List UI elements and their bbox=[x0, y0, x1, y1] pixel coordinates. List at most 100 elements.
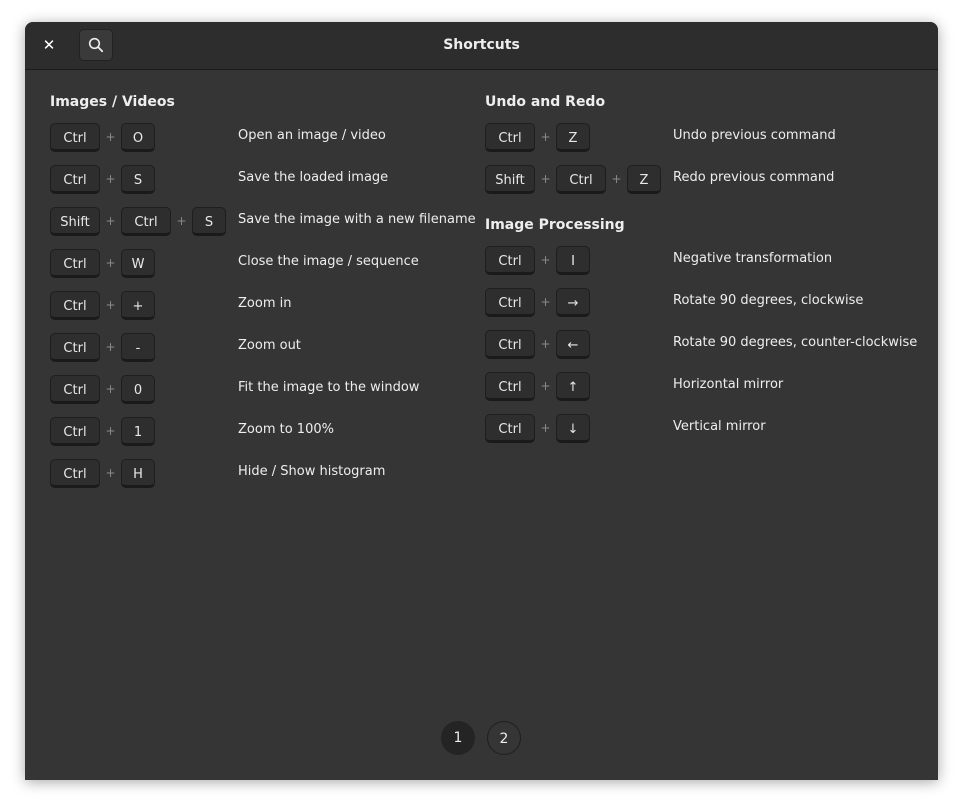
keycap: Ctrl bbox=[485, 329, 535, 359]
shortcut-row: Ctrl +1 Zoom to 100% bbox=[50, 415, 500, 447]
plus-separator: + bbox=[105, 172, 116, 186]
shortcut-row: Ctrl + H Hide / Show histogram bbox=[50, 457, 500, 489]
shortcut-keys: Ctrl + W bbox=[50, 247, 155, 279]
keycap: Ctrl bbox=[556, 164, 606, 194]
shortcut-keys: Ctrl + Z bbox=[485, 121, 590, 153]
close-icon: ✕ bbox=[42, 36, 56, 54]
keycap: Ctrl bbox=[50, 164, 100, 194]
shortcut-keys: Ctrl + ← bbox=[485, 328, 590, 360]
keycap: Ctrl bbox=[485, 413, 535, 443]
shortcut-keys: Ctrl + O bbox=[50, 121, 155, 153]
keycap: Ctrl bbox=[50, 290, 100, 320]
shortcut-row: Ctrl + ↓ Vertical mirror bbox=[485, 412, 935, 444]
shortcut-row: Ctrl + I Negative transformation bbox=[485, 244, 935, 276]
keycap: Ctrl bbox=[50, 122, 100, 152]
shortcut-keys: Shift + Ctrl + Z bbox=[485, 163, 661, 195]
section-title-images-videos: Images / Videos bbox=[50, 94, 175, 110]
shortcut-row: Ctrl +0 Fit the image to the window bbox=[50, 373, 500, 405]
keycap: Z bbox=[627, 164, 661, 194]
keycap: + bbox=[121, 290, 155, 320]
plus-separator: + bbox=[105, 298, 116, 312]
plus-separator: + bbox=[176, 214, 187, 228]
keycap: Ctrl bbox=[485, 287, 535, 317]
keycap: 0 bbox=[121, 374, 155, 404]
keycap: ↑ bbox=[556, 371, 590, 401]
shortcut-keys: Ctrl + - bbox=[50, 331, 155, 363]
shortcut-row: Ctrl + - Zoom out bbox=[50, 331, 500, 363]
keycap: H bbox=[121, 458, 155, 488]
shortcut-keys: Ctrl + S bbox=[50, 163, 155, 195]
shortcut-keys: Ctrl +1 bbox=[50, 415, 155, 447]
shortcut-row: Shift + Ctrl + Z Redo previous command bbox=[485, 163, 935, 195]
keycap: S bbox=[192, 206, 226, 236]
shortcuts-window: ✕ Shortcuts Images / Videos Ctrl + O Open a… bbox=[25, 22, 938, 780]
plus-separator: + bbox=[540, 130, 551, 144]
plus-separator: + bbox=[105, 382, 116, 396]
search-icon bbox=[88, 37, 104, 53]
shortcut-row: Ctrl + → Rotate 90 degrees, clockwise bbox=[485, 286, 935, 318]
keycap: W bbox=[121, 248, 155, 278]
plus-separator: + bbox=[105, 130, 116, 144]
plus-separator: + bbox=[611, 172, 622, 186]
shortcut-description: Close the image / sequence bbox=[238, 254, 419, 269]
shortcut-keys: Ctrl + I bbox=[485, 244, 590, 276]
keycap: I bbox=[556, 245, 590, 275]
shortcut-description: Redo previous command bbox=[673, 170, 835, 185]
plus-separator: + bbox=[105, 256, 116, 270]
plus-separator: + bbox=[540, 421, 551, 435]
keycap: Shift bbox=[485, 164, 535, 194]
shortcut-description: Save the image with a new filename bbox=[238, 212, 476, 227]
keycap: Shift bbox=[50, 206, 100, 236]
plus-separator: + bbox=[105, 466, 116, 480]
shortcut-row: Ctrl + S Save the loaded image bbox=[50, 163, 500, 195]
shortcut-keys: Ctrl + → bbox=[485, 286, 590, 318]
plus-separator: + bbox=[540, 253, 551, 267]
shortcut-description: Zoom to 100% bbox=[238, 422, 334, 437]
section-title-undo-redo: Undo and Redo bbox=[485, 94, 606, 110]
shortcut-row: Ctrl + ↑ Horizontal mirror bbox=[485, 370, 935, 402]
window-title: Shortcuts bbox=[443, 37, 520, 53]
shortcut-row: Ctrl + Z Undo previous command bbox=[485, 121, 935, 153]
page-1-button[interactable]: 1 bbox=[441, 721, 475, 755]
keycap: Ctrl bbox=[50, 458, 100, 488]
shortcut-keys: Ctrl + + bbox=[50, 289, 155, 321]
shortcut-row: Ctrl + ← Rotate 90 degrees, counter-clockwi… bbox=[485, 328, 935, 360]
shortcut-row: Shift + Ctrl + S Save the image with a new fi… bbox=[50, 205, 500, 237]
keycap: Z bbox=[556, 122, 590, 152]
plus-separator: + bbox=[540, 337, 551, 351]
shortcut-description: Zoom out bbox=[238, 338, 301, 353]
plus-separator: + bbox=[105, 214, 116, 228]
shortcut-row: Ctrl + W Close the image / sequence bbox=[50, 247, 500, 279]
keycap: S bbox=[121, 164, 155, 194]
shortcut-row: Ctrl + O Open an image / video bbox=[50, 121, 500, 153]
keycap: Ctrl bbox=[485, 122, 535, 152]
shortcut-description: Negative transformation bbox=[673, 251, 833, 266]
shortcut-row: Ctrl + + Zoom in bbox=[50, 289, 500, 321]
keycap: Ctrl bbox=[485, 245, 535, 275]
keycap: 1 bbox=[121, 416, 155, 446]
keycap: ← bbox=[556, 329, 590, 359]
keycap: Ctrl bbox=[485, 371, 535, 401]
shortcut-description: Horizontal mirror bbox=[673, 377, 784, 392]
shortcut-description: Undo previous command bbox=[673, 128, 836, 143]
shortcut-description: Zoom in bbox=[238, 296, 292, 311]
keycap: Ctrl bbox=[121, 206, 171, 236]
page-2-button[interactable]: 2 bbox=[487, 721, 521, 755]
plus-separator: + bbox=[540, 295, 551, 309]
section-title-image-processing: Image Processing bbox=[485, 217, 625, 233]
keycap: Ctrl bbox=[50, 332, 100, 362]
header-bar: ✕ Shortcuts bbox=[25, 22, 938, 70]
keycap: Ctrl bbox=[50, 416, 100, 446]
keycap: Ctrl bbox=[50, 374, 100, 404]
search-button[interactable] bbox=[79, 29, 113, 61]
shortcut-description: Save the loaded image bbox=[238, 170, 389, 185]
plus-separator: + bbox=[540, 172, 551, 186]
close-button[interactable]: ✕ bbox=[36, 30, 62, 60]
plus-separator: + bbox=[105, 340, 116, 354]
shortcut-keys: Ctrl + ↑ bbox=[485, 370, 590, 402]
shortcut-description: Rotate 90 degrees, counter-clockwise bbox=[673, 335, 918, 350]
keycap: O bbox=[121, 122, 155, 152]
shortcut-description: Hide / Show histogram bbox=[238, 464, 386, 479]
keycap: - bbox=[121, 332, 155, 362]
shortcut-description: Open an image / video bbox=[238, 128, 386, 143]
